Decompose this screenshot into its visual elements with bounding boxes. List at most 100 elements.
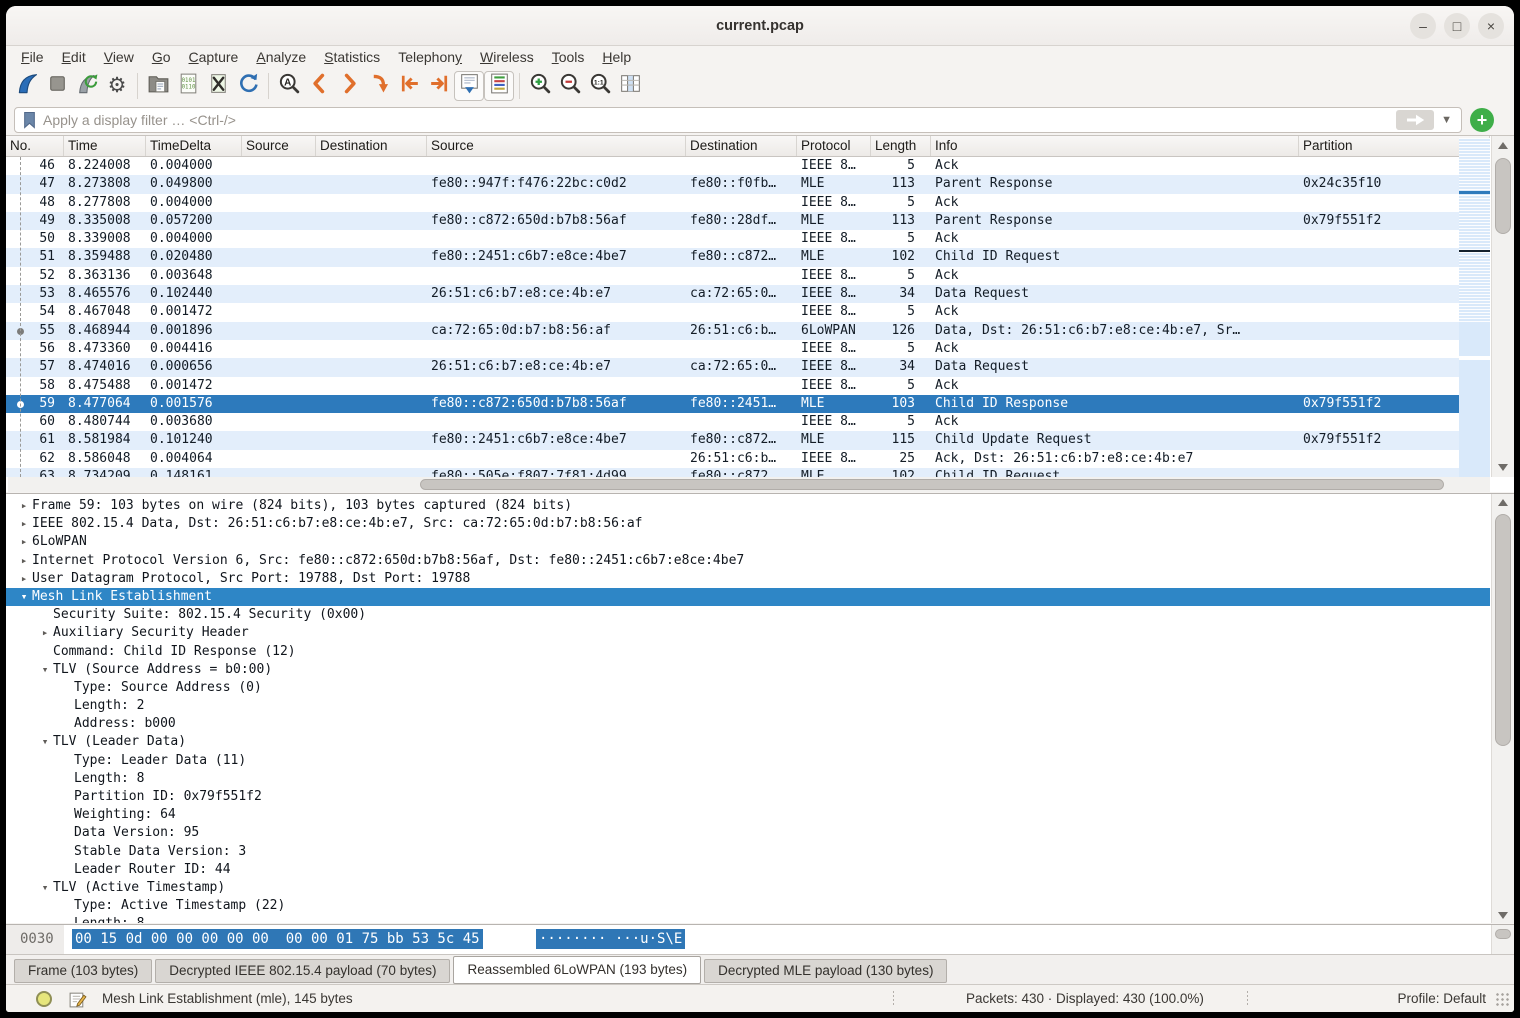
packet-row-55[interactable]: 558.4689440.001896ca:72:65:0d:b7:b8:56:a… [6, 322, 1459, 340]
column-header-delta[interactable]: TimeDelta [146, 136, 242, 156]
auto-scroll-button[interactable] [454, 71, 484, 101]
column-header-dst[interactable]: Destination [316, 136, 427, 156]
scroll-up-arrow[interactable] [1498, 499, 1508, 506]
profile-status[interactable]: Profile: Default [1397, 991, 1486, 1006]
apply-filter-button[interactable] [1396, 110, 1434, 130]
packet-row-50[interactable]: 508.3390080.004000IEEE 8…5Ack [6, 230, 1459, 248]
column-header-src2[interactable]: Source [427, 136, 686, 156]
detail-row[interactable]: Leader Router ID: 44 [6, 861, 1490, 879]
details-vscrollbar[interactable] [1491, 494, 1514, 923]
packet-row-62[interactable]: 628.5860480.00406426:51:c6:b…IEEE 8…25Ac… [6, 450, 1459, 468]
detail-row[interactable]: ▸Auxiliary Security Header [6, 624, 1490, 642]
scroll-up-arrow[interactable] [1498, 142, 1508, 149]
bytes-vscroll-thumb[interactable] [1495, 929, 1511, 939]
expert-info-icon[interactable] [36, 991, 52, 1007]
detail-row[interactable]: ▸IEEE 802.15.4 Data, Dst: 26:51:c6:b7:e8… [6, 515, 1490, 533]
menu-go[interactable]: Go [143, 48, 180, 66]
packet-row-48[interactable]: 488.2778080.004000IEEE 8…5Ack [6, 194, 1459, 212]
detail-row[interactable]: Command: Child ID Response (12) [6, 643, 1490, 661]
packet-row-60[interactable]: 608.4807440.003680IEEE 8…5Ack [6, 413, 1459, 431]
menu-view[interactable]: View [95, 48, 143, 66]
column-header-info[interactable]: Info [931, 136, 1299, 156]
packet-list-vscrollbar[interactable] [1491, 136, 1514, 477]
go-last-button[interactable] [424, 71, 454, 101]
detail-row[interactable]: Partition ID: 0x79f551f2 [6, 788, 1490, 806]
details-vscroll-thumb[interactable] [1495, 514, 1511, 746]
menu-telephony[interactable]: Telephony [389, 48, 471, 66]
detail-row[interactable]: Length: 2 [6, 697, 1490, 715]
detail-row[interactable]: ▸User Datagram Protocol, Src Port: 19788… [6, 570, 1490, 588]
packet-list-vscroll-thumb[interactable] [1495, 158, 1511, 234]
packet-list-hscroll-thumb[interactable] [420, 479, 1444, 490]
zoom-in-button[interactable] [525, 71, 555, 101]
menu-capture[interactable]: Capture [180, 48, 248, 66]
packet-row-49[interactable]: 498.3350080.057200fe80::c872:650d:b7b8:5… [6, 212, 1459, 230]
detail-row[interactable]: Type: Active Timestamp (22) [6, 897, 1490, 915]
packet-row-51[interactable]: 518.3594880.020480fe80::2451:c6b7:e8ce:4… [6, 248, 1459, 266]
detail-row[interactable]: Length: 8 [6, 915, 1490, 923]
packet-row-63[interactable]: 638.7342090.148161fe80::505e:f807:7f81:4… [6, 468, 1459, 477]
expander-icon[interactable]: ▸ [16, 515, 32, 533]
detail-row[interactable]: Type: Source Address (0) [6, 679, 1490, 697]
menu-statistics[interactable]: Statistics [315, 48, 389, 66]
zoom-original-button[interactable]: 1:1 [585, 71, 615, 101]
expander-icon[interactable]: ▸ [16, 497, 32, 515]
add-filter-button[interactable]: + [1470, 108, 1494, 132]
expander-icon[interactable]: ▸ [16, 533, 32, 551]
hex-bytes-selected[interactable]: 00 15 0d 00 00 00 00 00 00 00 01 75 bb 5… [72, 929, 483, 949]
packet-row-47[interactable]: 478.2738080.049800fe80::947f:f476:22bc:c… [6, 175, 1459, 193]
resize-grip[interactable] [1495, 992, 1510, 1007]
detail-row[interactable]: ▾TLV (Active Timestamp) [6, 879, 1490, 897]
file-save-button[interactable]: 01010110 [173, 71, 203, 101]
packet-row-59[interactable]: 598.4770640.001576fe80::c872:650d:b7b8:5… [6, 395, 1459, 413]
expander-icon[interactable]: ▾ [16, 588, 32, 606]
menu-file[interactable]: File [12, 48, 53, 66]
expander-icon[interactable]: ▸ [16, 552, 32, 570]
go-first-button[interactable] [394, 71, 424, 101]
column-header-time[interactable]: Time [64, 136, 146, 156]
go-to-packet-button[interactable] [364, 71, 394, 101]
colorize-button[interactable] [484, 71, 514, 101]
menu-wireless[interactable]: Wireless [471, 48, 543, 66]
byte-tab-3[interactable]: Decrypted MLE payload (130 bytes) [704, 959, 947, 983]
close-button[interactable]: × [1478, 13, 1504, 39]
go-previous-button[interactable] [304, 71, 334, 101]
menu-edit[interactable]: Edit [53, 48, 95, 66]
expander-icon[interactable]: ▾ [37, 733, 53, 751]
expander-icon[interactable]: ▾ [37, 661, 53, 679]
detail-row[interactable]: Weighting: 64 [6, 806, 1490, 824]
file-open-button[interactable] [143, 71, 173, 101]
column-header-dst2[interactable]: Destination [686, 136, 797, 156]
detail-row[interactable]: Stable Data Version: 3 [6, 843, 1490, 861]
title-bar[interactable]: current.pcap –□× [6, 6, 1514, 46]
packet-row-56[interactable]: 568.4733600.004416IEEE 8…5Ack [6, 340, 1459, 358]
capture-options-button[interactable]: ⚙ [102, 71, 132, 101]
hex-ascii-selected[interactable]: ········ ···u·S\E [536, 929, 685, 949]
capture-comment-icon[interactable] [68, 990, 87, 1009]
bookmark-icon[interactable] [22, 111, 37, 129]
detail-row[interactable]: Address: b000 [6, 715, 1490, 733]
packet-row-61[interactable]: 618.5819840.101240fe80::2451:c6b7:e8ce:4… [6, 431, 1459, 449]
detail-row[interactable]: Data Version: 95 [6, 824, 1490, 842]
detail-row[interactable]: ▸6LoWPAN [6, 533, 1490, 551]
go-next-button[interactable] [334, 71, 364, 101]
column-header-proto[interactable]: Protocol [797, 136, 871, 156]
reload-button[interactable] [233, 71, 263, 101]
menu-tools[interactable]: Tools [543, 48, 594, 66]
detail-row[interactable]: Length: 8 [6, 770, 1490, 788]
packet-row-57[interactable]: 578.4740160.00065626:51:c6:b7:e8:ce:4b:e… [6, 358, 1459, 376]
display-filter-field[interactable]: ▼ [14, 107, 1462, 133]
packet-list-hscrollbar[interactable] [8, 477, 1490, 492]
file-close-button[interactable] [203, 71, 233, 101]
detail-row[interactable]: ▾TLV (Source Address = b0:00) [6, 661, 1490, 679]
bytes-vscrollbar[interactable] [1491, 925, 1514, 955]
packet-row-58[interactable]: 588.4754880.001472IEEE 8…5Ack [6, 377, 1459, 395]
menu-help[interactable]: Help [593, 48, 640, 66]
maximize-button[interactable]: □ [1444, 13, 1470, 39]
scroll-down-arrow[interactable] [1498, 464, 1508, 471]
packet-row-52[interactable]: 528.3631360.003648IEEE 8…5Ack [6, 267, 1459, 285]
resize-columns-button[interactable] [615, 71, 645, 101]
expander-icon[interactable]: ▾ [37, 879, 53, 897]
column-header-len[interactable]: Length [871, 136, 931, 156]
scroll-down-arrow[interactable] [1498, 912, 1508, 919]
